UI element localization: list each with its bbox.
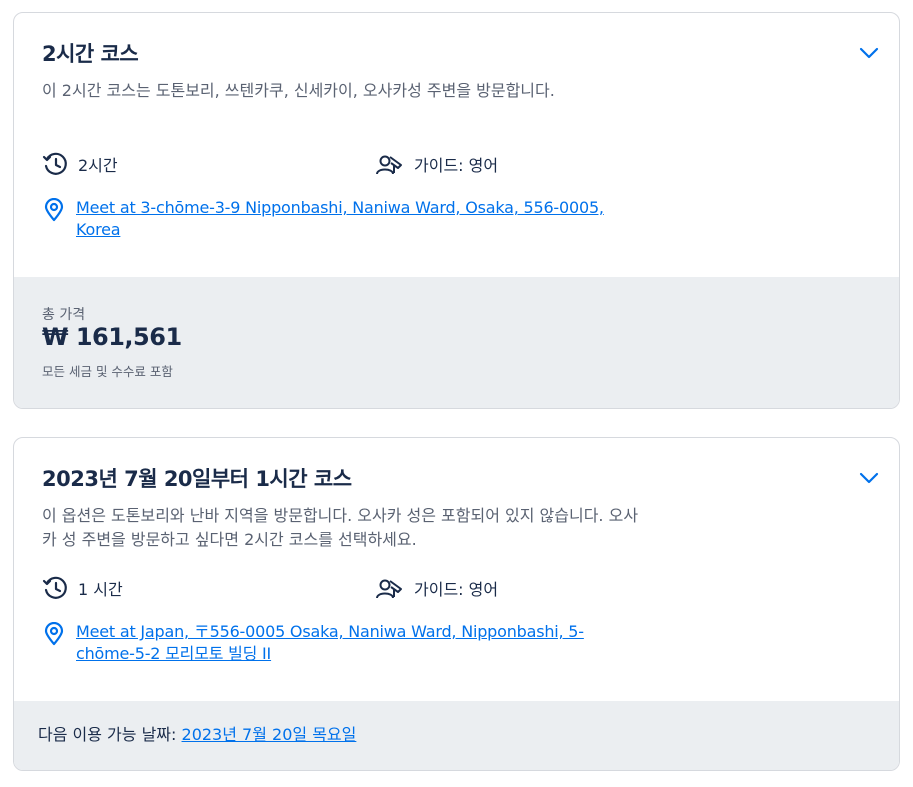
duration-text: 2시간 bbox=[78, 156, 118, 175]
guide-info: 가이드: 영어 bbox=[376, 575, 498, 601]
option-card-1h[interactable]: 2023년 7월 20일부터 1시간 코스 이 옵션은 도톤보리와 난바 지역을… bbox=[13, 437, 900, 771]
guide-info: 가이드: 영어 bbox=[376, 151, 498, 177]
location-pin-icon bbox=[44, 198, 64, 222]
clock-icon bbox=[42, 152, 67, 175]
availability-label: 다음 이용 가능 날짜: bbox=[38, 725, 177, 744]
location-link[interactable]: Meet at 3-chōme-3-9 Nipponbashi, Naniwa … bbox=[76, 197, 636, 241]
duration-info: 1 시간 bbox=[42, 575, 123, 601]
chevron-down-icon[interactable] bbox=[859, 47, 879, 59]
total-price: ₩ 161,561 bbox=[42, 323, 182, 351]
availability-info: 다음 이용 가능 날짜: 2023년 7월 20일 목요일 bbox=[38, 721, 356, 745]
option-card-2h[interactable]: 2시간 코스 이 2시간 코스는 도톤보리, 쓰텐카쿠, 신세카이, 오사카성 … bbox=[13, 12, 900, 409]
location-link[interactable]: Meet at Japan, 〒556-0005 Osaka, Naniwa W… bbox=[76, 621, 636, 665]
option-description: 이 2시간 코스는 도톤보리, 쓰텐카쿠, 신세카이, 오사카성 주변을 방문합… bbox=[42, 81, 555, 100]
location-pin-icon bbox=[44, 622, 64, 646]
price-label: 총 가격 bbox=[42, 307, 86, 323]
guide-icon bbox=[376, 155, 402, 175]
option-description: 이 옵션은 도톤보리와 난바 지역을 방문합니다. 오사카 성은 포함되어 있지… bbox=[42, 506, 639, 549]
guide-icon bbox=[376, 579, 402, 599]
option-title: 2시간 코스 bbox=[42, 42, 139, 66]
duration-text: 1 시간 bbox=[78, 580, 123, 599]
meeting-location: Meet at Japan, 〒556-0005 Osaka, Naniwa W… bbox=[44, 621, 636, 665]
meeting-location: Meet at 3-chōme-3-9 Nipponbashi, Naniwa … bbox=[44, 197, 636, 241]
clock-icon bbox=[42, 576, 67, 599]
price-note: 모든 세금 및 수수료 포함 bbox=[42, 364, 173, 379]
option-title: 2023년 7월 20일부터 1시간 코스 bbox=[42, 467, 352, 491]
guide-text: 가이드: 영어 bbox=[414, 156, 499, 175]
duration-info: 2시간 bbox=[42, 151, 118, 177]
chevron-down-icon[interactable] bbox=[859, 472, 879, 484]
guide-text: 가이드: 영어 bbox=[414, 580, 499, 599]
availability-date-link[interactable]: 2023년 7월 20일 목요일 bbox=[182, 725, 357, 744]
availability-section: 다음 이용 가능 날짜: 2023년 7월 20일 목요일 bbox=[14, 701, 899, 770]
price-section: 총 가격 ₩ 161,561 모든 세금 및 수수료 포함 bbox=[14, 277, 899, 408]
